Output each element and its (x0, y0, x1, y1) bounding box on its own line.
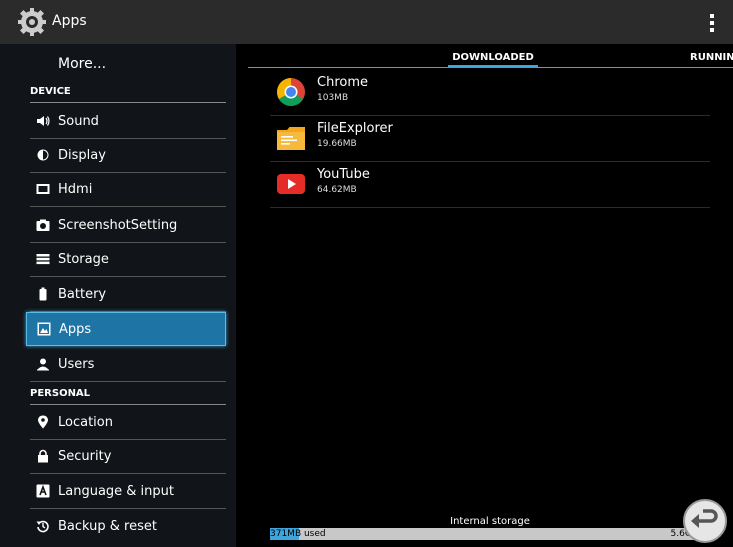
sidebar-item-label: Hdmi (58, 182, 93, 197)
chrome-icon (277, 78, 305, 106)
app-name: FileExplorer (317, 121, 393, 136)
sidebar-item-label: Battery (58, 287, 107, 302)
section-header-device: DEVICE (30, 86, 226, 103)
app-size: 19.66MB (317, 139, 357, 149)
brightness-icon (37, 149, 49, 161)
apps-panel: DOWNLOADED RUNNING Chrome 103MB FileExpl… (248, 44, 733, 547)
battery-icon (39, 287, 47, 301)
sidebar-item-label: Sound (58, 114, 99, 129)
app-row-fileexplorer[interactable]: FileExplorer 19.66MB (270, 115, 710, 162)
sidebar-item-display[interactable]: Display (30, 139, 226, 173)
youtube-icon (277, 174, 305, 194)
sidebar-item-storage[interactable]: Storage (30, 243, 226, 277)
hdmi-icon (36, 184, 50, 194)
sidebar-item-security[interactable]: Security (30, 440, 226, 474)
user-icon (37, 358, 49, 371)
sidebar-item-label: Backup & reset (58, 519, 157, 534)
sidebar-item-label: Apps (59, 322, 92, 337)
storage-bar (270, 528, 710, 540)
sidebar-item-label: Location (58, 415, 113, 430)
sidebar-item-label: ScreenshotSetting (58, 218, 178, 233)
apps-icon (37, 322, 51, 336)
sidebar-item-location[interactable]: Location (30, 406, 226, 440)
storage-icon (36, 254, 50, 265)
sidebar-item-battery[interactable]: Battery (30, 278, 226, 312)
keyboard-icon (36, 484, 50, 498)
location-pin-icon (38, 415, 48, 429)
settings-sidebar: More... DEVICE Sound Display Hdmi Screen… (0, 44, 236, 547)
backup-icon (36, 520, 49, 533)
sidebar-item-label: Users (58, 357, 95, 372)
folder-icon (277, 127, 305, 150)
storage-label: Internal storage (450, 516, 530, 527)
overflow-menu-icon[interactable] (709, 14, 715, 32)
tab-divider (248, 67, 733, 68)
sidebar-item-backup-reset[interactable]: Backup & reset (30, 510, 226, 544)
back-button[interactable] (683, 499, 727, 543)
sidebar-item-apps[interactable]: Apps (26, 312, 226, 346)
app-row-chrome[interactable]: Chrome 103MB (270, 69, 710, 116)
app-row-youtube[interactable]: YouTube 64.62MB (270, 161, 710, 208)
sidebar-item-label: Storage (58, 252, 109, 267)
tab-running[interactable]: RUNNING (690, 52, 733, 63)
storage-usage: Internal storage 371MB used 5.6GB (270, 516, 710, 540)
app-size: 103MB (317, 93, 349, 103)
action-bar: Apps (0, 0, 733, 44)
sidebar-item-label: Security (58, 449, 112, 464)
camera-icon (36, 219, 50, 231)
volume-icon (37, 116, 50, 126)
back-arrow-icon (691, 509, 718, 528)
page-title: Apps (52, 13, 87, 29)
sidebar-item-users[interactable]: Users (30, 348, 226, 382)
tab-downloaded[interactable]: DOWNLOADED (450, 52, 536, 63)
sidebar-item-language-input[interactable]: Language & input (30, 475, 226, 509)
sidebar-item-sound[interactable]: Sound (30, 105, 226, 139)
sidebar-item-screenshotsetting[interactable]: ScreenshotSetting (30, 209, 226, 243)
storage-used: 371MB used (270, 529, 326, 539)
gear-icon[interactable] (18, 8, 46, 36)
app-size: 64.62MB (317, 185, 357, 195)
sidebar-item-label: Language & input (58, 484, 174, 499)
app-name: YouTube (317, 167, 370, 182)
section-header-personal: PERSONAL (30, 388, 226, 405)
sidebar-item-label: Display (58, 148, 106, 163)
sidebar-item-more[interactable]: More... (58, 56, 106, 72)
app-name: Chrome (317, 75, 368, 90)
lock-icon (38, 449, 48, 463)
sidebar-item-hdmi[interactable]: Hdmi (30, 173, 226, 207)
